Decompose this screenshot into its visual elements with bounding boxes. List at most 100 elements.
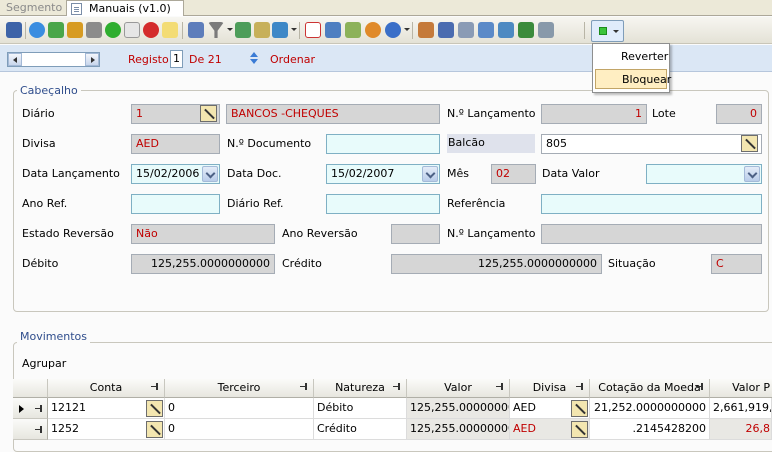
ordenar-button[interactable]: Ordenar <box>270 53 315 66</box>
chevron-down-icon[interactable] <box>291 28 297 31</box>
grid-icon[interactable] <box>188 22 204 38</box>
edit-icon[interactable] <box>345 22 361 38</box>
card-icon[interactable] <box>518 22 534 38</box>
window-icon[interactable] <box>458 22 474 38</box>
menu-item-bloquear[interactable]: Bloquear <box>595 69 671 89</box>
refresh-icon[interactable] <box>29 22 45 38</box>
calendar-icon[interactable] <box>305 22 321 38</box>
monitor-icon[interactable] <box>478 22 494 38</box>
sun-icon[interactable] <box>365 22 381 38</box>
balcao-field[interactable]: 805 <box>541 134 762 154</box>
chevron-down-icon[interactable] <box>422 166 438 182</box>
ano-ref-label: Ano Ref. <box>22 197 68 210</box>
column-header-natureza[interactable]: Natureza <box>314 379 407 398</box>
nlancamento-field[interactable]: 1 <box>541 104 647 124</box>
diario-lookup-icon[interactable] <box>200 105 217 122</box>
tab-bar: Segmento Manuais (v1.0) <box>0 0 772 16</box>
ano-reversao-field[interactable] <box>391 224 440 244</box>
debito-field[interactable]: 125,255.0000000000 <box>131 254 275 274</box>
delete-icon[interactable] <box>143 22 159 38</box>
balcao-lookup-icon[interactable] <box>741 135 758 152</box>
users-icon[interactable] <box>67 22 83 38</box>
conta-lookup-icon[interactable] <box>146 421 163 438</box>
column-header-terceiro[interactable]: Terceiro <box>165 379 314 398</box>
calculator-icon[interactable] <box>325 22 341 38</box>
chevron-down-icon[interactable] <box>744 166 760 182</box>
chevron-down-icon <box>613 30 619 33</box>
export-icon[interactable] <box>235 22 251 38</box>
estado-reversao-field[interactable]: Não <box>131 224 275 244</box>
chevron-down-icon[interactable] <box>404 28 410 31</box>
cube-icon[interactable] <box>438 22 454 38</box>
situacao-field[interactable]: C <box>711 254 762 274</box>
table-cell-terceiro[interactable]: 0 <box>165 398 314 419</box>
display-icon[interactable] <box>498 22 514 38</box>
table-cell-natureza[interactable]: Débito <box>314 398 407 419</box>
table-cell-valor-p[interactable]: 26,8 <box>710 419 772 440</box>
status-menu-button[interactable] <box>591 20 624 42</box>
divisa-lookup-icon[interactable] <box>571 400 588 417</box>
scroll-left-button[interactable] <box>8 53 22 66</box>
referencia-field[interactable] <box>541 194 762 214</box>
report-icon[interactable] <box>272 22 288 38</box>
divisa-lookup-icon[interactable] <box>571 421 588 438</box>
diario-ref-field[interactable] <box>326 194 440 214</box>
scroll-right-button[interactable] <box>85 53 99 66</box>
mes-field[interactable]: 02 <box>491 164 536 184</box>
nlancamento-reversao-field[interactable] <box>541 224 762 244</box>
record-scrollbar[interactable] <box>7 52 100 67</box>
note-icon[interactable] <box>162 22 178 38</box>
agrupar-label[interactable]: Agrupar <box>22 355 66 373</box>
help-icon[interactable] <box>385 22 401 38</box>
table-cell-natureza[interactable]: Crédito <box>314 419 407 440</box>
data-doc-label: Data Doc. <box>227 167 282 180</box>
table-cell-terceiro[interactable]: 0 <box>165 419 314 440</box>
row-selector[interactable] <box>13 419 48 440</box>
column-header-valor-p[interactable]: Valor P <box>710 379 772 398</box>
pin-icon[interactable] <box>576 383 584 391</box>
sort-icon[interactable] <box>250 52 258 65</box>
pin-icon[interactable] <box>496 383 504 391</box>
column-header-valor[interactable]: Valor <box>407 379 510 398</box>
pin-icon[interactable] <box>696 383 704 391</box>
ano-ref-field[interactable] <box>131 194 220 214</box>
registo-input[interactable]: 1 <box>170 50 183 68</box>
tool-icon[interactable] <box>538 22 554 38</box>
print-icon[interactable] <box>86 22 102 38</box>
table-cell-cotacao[interactable]: .2145428200 <box>590 419 710 440</box>
data-lancamento-field[interactable]: 15/02/2006 <box>131 164 220 184</box>
table-cell-valor[interactable]: 125,255.00000000 <box>407 419 510 440</box>
recycle-icon[interactable] <box>48 22 64 38</box>
movimentos-title: Movimentos <box>17 330 91 343</box>
column-header-conta[interactable]: Conta <box>48 379 165 398</box>
credito-field[interactable]: 125,255.0000000000 <box>391 254 602 274</box>
copy-icon[interactable] <box>124 22 140 38</box>
chevron-down-icon[interactable] <box>227 28 233 31</box>
save-icon[interactable] <box>6 22 22 38</box>
pin-icon[interactable] <box>151 383 159 391</box>
column-header-cotacao[interactable]: Cotação da Moeda <box>590 379 710 398</box>
ndocumento-field[interactable] <box>326 134 440 154</box>
menu-item-reverter[interactable]: Reverter <box>595 47 668 67</box>
add-icon[interactable] <box>105 22 121 38</box>
tab-manuais[interactable]: Manuais (v1.0) <box>66 0 184 16</box>
pin-icon[interactable] <box>393 383 401 391</box>
row-selector[interactable] <box>13 398 48 419</box>
tab-segmento[interactable]: Segmento <box>2 0 66 16</box>
conta-lookup-icon[interactable] <box>146 400 163 417</box>
pin-icon[interactable] <box>300 383 308 391</box>
data-valor-field[interactable] <box>646 164 762 184</box>
table-cell-cotacao[interactable]: 21,252.0000000000 <box>590 398 710 419</box>
lock-icon[interactable] <box>254 22 270 38</box>
people-icon[interactable] <box>418 22 434 38</box>
data-doc-field[interactable]: 15/02/2007 <box>326 164 440 184</box>
table-cell-valor-p[interactable]: 2,661,919, <box>710 398 772 419</box>
table-cell-valor[interactable]: 125,255.00000000 <box>407 398 510 419</box>
lote-field[interactable]: 0 <box>716 104 762 124</box>
nlancamento-reversao-label: N.º Lançamento <box>447 227 536 240</box>
divisa-field[interactable]: AED <box>131 134 220 154</box>
column-header-divisa[interactable]: Divisa <box>510 379 590 398</box>
toolbar-separator <box>25 22 26 39</box>
filter-icon[interactable] <box>208 22 224 38</box>
chevron-down-icon[interactable] <box>202 166 218 182</box>
